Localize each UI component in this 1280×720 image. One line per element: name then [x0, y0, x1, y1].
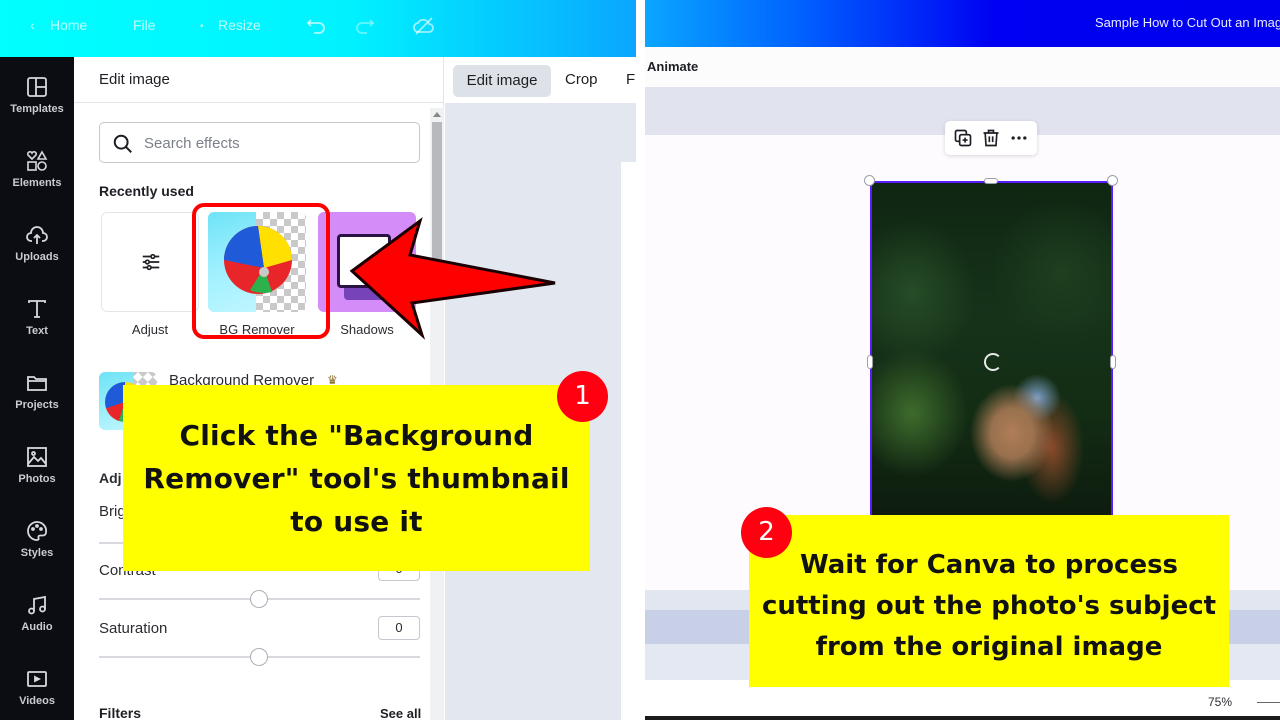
pane-divider — [636, 0, 645, 720]
sidebar-item-audio[interactable]: Audio — [0, 593, 74, 653]
text-icon — [28, 300, 46, 318]
sidebar-item-label: Audio — [21, 621, 53, 633]
music-icon — [28, 595, 46, 615]
file-menu-button[interactable]: File — [133, 17, 156, 33]
resize-handle-right[interactable] — [1110, 355, 1116, 369]
step-1-badge: 1 — [557, 371, 608, 422]
back-chevron-icon[interactable]: ‹ — [30, 17, 35, 33]
sidebar-item-videos[interactable]: Videos — [0, 667, 74, 720]
elements-icon — [26, 150, 48, 171]
search-effects-input[interactable] — [144, 132, 404, 154]
context-toolbar: Animate — [645, 47, 1280, 87]
resize-handle-top[interactable] — [984, 178, 998, 184]
sidebar-item-label: Projects — [15, 399, 59, 411]
loading-spinner-icon — [984, 353, 1002, 371]
crown-dot-icon: • — [200, 21, 204, 32]
step-1-callout: Click the "Background Remover" tool's th… — [123, 385, 590, 571]
saturation-label: Saturation — [99, 620, 168, 637]
animate-button[interactable]: Animate — [647, 59, 698, 74]
canvas-page-edge — [621, 162, 636, 720]
resize-handle-left[interactable] — [867, 355, 873, 369]
more-icon[interactable] — [1009, 128, 1029, 148]
cloud-sync-icon[interactable] — [412, 14, 436, 38]
step-2-badge: 2 — [741, 507, 792, 558]
resize-button[interactable]: Resize — [218, 17, 261, 33]
brightness-label: Brig — [99, 503, 126, 520]
family-photo[interactable] — [870, 181, 1113, 517]
sidebar-item-label: Videos — [19, 695, 55, 707]
sidebar-item-label: Uploads — [15, 251, 59, 263]
panel-header: Edit image — [74, 57, 444, 103]
undo-icon[interactable] — [305, 14, 329, 38]
sidebar-item-elements[interactable]: Elements — [0, 149, 74, 209]
edit-image-button[interactable]: Edit image — [453, 65, 551, 97]
photo-icon — [27, 447, 47, 467]
filters-heading: Filters — [99, 705, 142, 720]
sidebar: Templates Elements Uploads Text Projects… — [0, 57, 74, 720]
search-effects-field[interactable] — [99, 122, 420, 163]
sidebar-item-text[interactable]: Text — [0, 297, 74, 357]
left-screenshot: ‹ Home File • Resize Templates Elements … — [0, 0, 636, 720]
panel-title: Edit image — [99, 71, 170, 88]
editor-top-bar: ‹ Home File • Resize — [0, 0, 636, 57]
duplicate-icon[interactable] — [953, 128, 973, 148]
see-all-filters-link[interactable]: See all — [380, 706, 421, 720]
templates-icon — [27, 77, 47, 97]
document-title[interactable]: Sample How to Cut Out an Image — [1095, 15, 1280, 30]
sidebar-item-photos[interactable]: Photos — [0, 445, 74, 505]
upload-icon — [26, 226, 48, 244]
adjust-tile[interactable] — [101, 212, 199, 312]
crop-button[interactable]: Crop — [565, 71, 598, 88]
sidebar-item-projects[interactable]: Projects — [0, 371, 74, 431]
redo-icon[interactable] — [352, 14, 376, 38]
flip-button[interactable]: F — [626, 71, 635, 88]
adjust-heading: Adj — [99, 470, 122, 486]
zoom-level-readout[interactable]: 75% — [1208, 695, 1232, 709]
sidebar-item-label: Text — [26, 325, 48, 337]
sidebar-item-label: Styles — [20, 547, 54, 559]
bg-remover-highlight — [192, 203, 330, 339]
trash-icon[interactable] — [981, 128, 1001, 148]
home-button[interactable]: Home — [50, 17, 87, 33]
recently-used-heading: Recently used — [99, 183, 194, 199]
scroll-up-arrow-icon[interactable] — [433, 112, 441, 117]
editor-top-bar-right: Sample How to Cut Out an Image — [645, 0, 1280, 47]
saturation-value-field[interactable]: 0 — [378, 616, 420, 640]
adjust-tile-label: Adjust — [131, 322, 169, 337]
step-2-callout: Wait for Canva to process cutting out th… — [749, 515, 1229, 687]
red-pointer-arrow — [349, 217, 556, 340]
folder-icon — [27, 376, 47, 391]
sidebar-item-uploads[interactable]: Uploads — [0, 223, 74, 283]
zoom-slider[interactable] — [1257, 702, 1280, 703]
element-floating-toolbar — [945, 121, 1037, 155]
contrast-slider-knob[interactable] — [250, 590, 268, 608]
image-toolbar: Edit image Crop F — [445, 57, 636, 103]
sidebar-item-label: Elements — [12, 177, 62, 189]
resize-handle-top-right[interactable] — [1107, 175, 1118, 186]
sidebar-item-styles[interactable]: Styles — [0, 519, 74, 579]
sidebar-item-label: Templates — [10, 103, 64, 115]
sidebar-item-label: Photos — [18, 473, 56, 485]
saturation-slider-knob[interactable] — [250, 648, 268, 666]
resize-handle-top-left[interactable] — [864, 175, 875, 186]
video-icon — [27, 671, 47, 687]
sliders-icon — [142, 253, 160, 271]
palette-icon — [27, 521, 47, 541]
sidebar-item-templates[interactable]: Templates — [0, 75, 74, 135]
search-icon — [113, 134, 132, 153]
bottom-edge — [645, 716, 1280, 720]
